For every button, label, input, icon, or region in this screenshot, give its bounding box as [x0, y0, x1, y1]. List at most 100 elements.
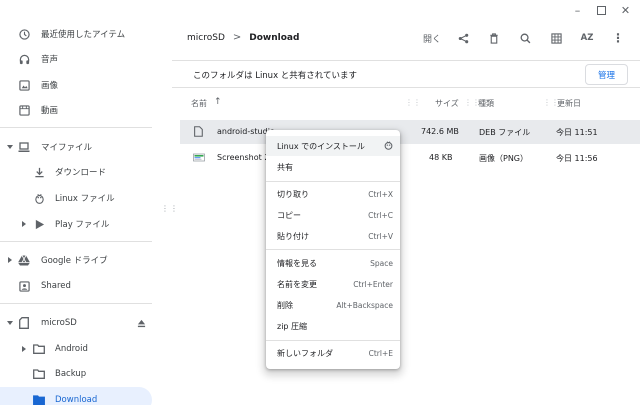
column-type[interactable]: 種類 — [478, 98, 494, 109]
menu-separator — [266, 249, 400, 250]
sidebar-item-label: Download — [55, 395, 98, 405]
menu-item-delete[interactable]: 削除 Alt+Backspace — [266, 295, 400, 315]
menu-item-paste[interactable]: 貼り付け Ctrl+V — [266, 226, 400, 246]
sort-button[interactable]: AZ — [577, 28, 597, 48]
sidebar-item-videos[interactable]: 動画 — [0, 97, 152, 123]
eject-icon[interactable] — [135, 317, 147, 329]
column-header: 名前 ↑ ⋮⋮ サイズ ⋮⋮ 種類 ⋮⋮ 更新日 — [172, 92, 640, 114]
menu-item-shortcut: Ctrl+C — [368, 210, 393, 220]
clock-icon — [18, 28, 30, 40]
file-size: 48 KB — [429, 153, 453, 162]
image-icon — [18, 79, 30, 91]
sidebar-item-google-drive[interactable]: Google ドライブ — [0, 247, 152, 273]
menu-item-label: 名前を変更 — [277, 279, 317, 289]
search-icon[interactable] — [515, 28, 535, 48]
sidebar-item-label: 動画 — [41, 106, 59, 116]
sidebar-item-label: Shared — [41, 281, 71, 291]
column-size[interactable]: サイズ — [435, 98, 459, 109]
menu-item-share[interactable]: 共有 — [266, 157, 400, 177]
sidebar-item-label: Google ドライブ — [41, 256, 108, 266]
column-modified[interactable]: 更新日 — [557, 98, 581, 109]
breadcrumb-parent[interactable]: microSD — [187, 33, 225, 43]
menu-item-copy[interactable]: コピー Ctrl+C — [266, 205, 400, 225]
sidebar-item-my-files[interactable]: マイファイル — [0, 134, 152, 160]
shared-folder-icon — [18, 280, 30, 292]
share-icon[interactable] — [453, 28, 473, 48]
menu-item-label: zip 圧縮 — [277, 321, 308, 331]
manage-button[interactable]: 管理 — [585, 64, 628, 85]
folder-icon — [33, 394, 45, 405]
table-row[interactable]: android-studio 742.6 MB DEB ファイル 今日 11:5… — [180, 120, 640, 144]
chevron-right-icon[interactable] — [22, 346, 26, 352]
sort-arrow-icon[interactable]: ↑ — [214, 97, 222, 107]
sidebar-item-linux-files[interactable]: Linux ファイル — [0, 185, 152, 211]
sidebar-item-label: 画像 — [41, 81, 59, 91]
chevron-right-icon[interactable] — [8, 257, 12, 263]
grid-view-icon[interactable] — [546, 28, 566, 48]
more-options-icon[interactable]: ⋮ — [608, 28, 628, 48]
menu-separator — [266, 181, 400, 182]
sidebar: 最近使用したアイテム 音声 画像 動画 マイファイル ダウンロード Linux … — [0, 0, 152, 405]
menu-item-label: 共有 — [277, 162, 293, 172]
menu-item-label: 削除 — [277, 300, 293, 310]
folder-icon — [33, 343, 45, 355]
sidebar-item-microsd[interactable]: microSD — [0, 310, 152, 336]
folder-icon — [33, 368, 45, 380]
file-icon — [194, 126, 203, 139]
menu-separator — [266, 340, 400, 341]
menu-item-shortcut: Ctrl+Enter — [353, 279, 393, 289]
toolbar: 開く AZ ⋮ — [411, 28, 628, 48]
chevron-down-icon[interactable] — [7, 321, 13, 325]
download-icon — [33, 166, 45, 178]
image-file-icon — [193, 151, 205, 165]
menu-item-get-info[interactable]: 情報を見る Space — [266, 253, 400, 273]
menu-item-shortcut: Ctrl+V — [368, 231, 393, 241]
file-type: DEB ファイル — [479, 128, 531, 137]
breadcrumb-separator: > — [232, 32, 242, 43]
sidebar-item-label: 最近使用したアイテム — [41, 30, 126, 40]
sidebar-item-download-folder[interactable]: Download — [0, 387, 152, 405]
sidebar-item-label: 音声 — [41, 55, 59, 65]
menu-item-new-folder[interactable]: 新しいフォルダ Ctrl+E — [266, 343, 400, 363]
sidebar-item-images[interactable]: 画像 — [0, 72, 152, 98]
file-type: 画像（PNG） — [479, 154, 529, 163]
breadcrumb: microSD > Download — [187, 32, 299, 43]
sidebar-item-play-files[interactable]: Play ファイル — [0, 211, 152, 237]
table-row[interactable]: Screenshot 20 48 KB 画像（PNG） 今日 11:56 — [180, 146, 640, 170]
play-icon — [33, 218, 45, 230]
headphones-icon — [18, 53, 30, 65]
sidebar-item-android[interactable]: Android — [0, 336, 152, 362]
sidebar-item-backup[interactable]: Backup — [0, 361, 152, 387]
menu-item-label: 貼り付け — [277, 231, 309, 241]
sidebar-divider — [0, 303, 152, 304]
delete-icon[interactable] — [484, 28, 504, 48]
file-modified: 今日 11:56 — [556, 154, 598, 163]
menu-item-shortcut: Ctrl+X — [368, 189, 393, 199]
sidebar-item-audio[interactable]: 音声 — [0, 46, 152, 72]
drive-icon — [18, 254, 30, 266]
menu-item-shortcut: Alt+Backspace — [336, 300, 393, 310]
file-modified: 今日 11:51 — [556, 128, 598, 137]
menu-item-shortcut: Ctrl+E — [368, 348, 393, 358]
menu-item-label: 情報を見る — [277, 258, 317, 268]
chevron-right-icon[interactable] — [22, 221, 26, 227]
menu-item-install-linux[interactable]: Linux でのインストール — [266, 136, 400, 156]
sidebar-item-downloads[interactable]: ダウンロード — [0, 159, 152, 185]
sidebar-item-label: Android — [55, 344, 88, 354]
linux-penguin-icon — [384, 141, 393, 152]
column-name[interactable]: 名前 — [191, 98, 207, 109]
laptop-icon — [18, 141, 30, 153]
share-banner-text: このフォルダは Linux と共有されています — [193, 71, 358, 81]
sidebar-item-recent[interactable]: 最近使用したアイテム — [0, 21, 152, 47]
sidebar-item-shared[interactable]: Shared — [0, 273, 152, 299]
linux-penguin-icon — [33, 192, 45, 204]
menu-item-rename[interactable]: 名前を変更 Ctrl+Enter — [266, 274, 400, 294]
open-button[interactable]: 開く — [422, 28, 442, 48]
menu-item-label: コピー — [277, 210, 301, 220]
sidebar-item-label: Linux ファイル — [55, 194, 115, 204]
chevron-down-icon[interactable] — [7, 145, 13, 149]
menu-item-zip[interactable]: zip 圧縮 — [266, 316, 400, 336]
menu-item-cut[interactable]: 切り取り Ctrl+X — [266, 184, 400, 204]
menu-item-label: 新しいフォルダ — [277, 348, 333, 358]
column-grip-icon[interactable]: ⋮⋮ — [405, 98, 421, 107]
